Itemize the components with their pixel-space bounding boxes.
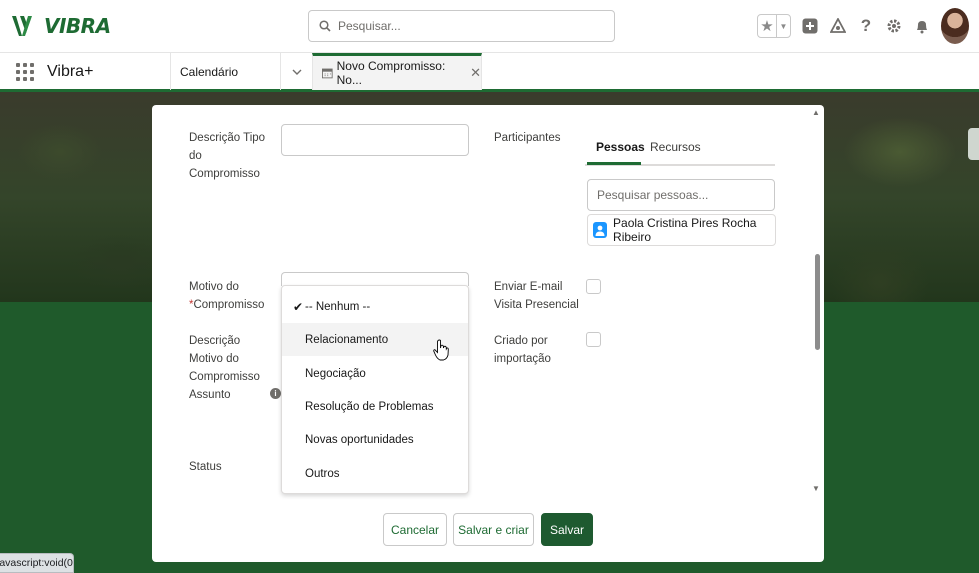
gear-icon[interactable] (885, 17, 903, 35)
motivo-label-line2: Compromisso (193, 299, 265, 311)
active-tab-indicator (587, 162, 641, 165)
check-icon: ✔ (293, 299, 304, 314)
modal-scrollbar[interactable] (815, 254, 820, 350)
tab-pessoas[interactable]: Pessoas (596, 140, 645, 154)
participant-pill[interactable]: Paola Cristina Pires Rocha Ribeiro (587, 214, 776, 246)
people-search-input[interactable]: Pesquisar pessoas... (587, 179, 775, 211)
help-icon[interactable]: ? (857, 16, 875, 35)
side-panel-handle[interactable] (968, 128, 979, 160)
people-search-placeholder: Pesquisar pessoas... (597, 188, 709, 202)
vibra-logo[interactable]: VIBRA (10, 11, 111, 41)
descricao-tipo-label: Descrição Tipo do Compromisso (189, 132, 266, 180)
descricao-tipo-input[interactable] (281, 124, 469, 156)
info-icon[interactable]: i (270, 388, 281, 399)
scroll-down-icon[interactable]: ▼ (812, 484, 820, 493)
dropdown-option[interactable]: Outros (282, 457, 468, 490)
save-and-new-button[interactable]: Salvar e criar (453, 513, 534, 546)
tab-calendario[interactable]: Calendário (170, 53, 280, 90)
tab-label: Calendário (180, 64, 239, 79)
vibra-logo-mark-icon (12, 16, 32, 36)
participants-tabs: Pessoas Recursos (585, 132, 775, 166)
status-label: Status (189, 461, 222, 473)
calendar-icon (322, 68, 333, 79)
motivo-dropdown-list: ✔ -- Nenhum -- Relacionamento Negociação… (281, 285, 469, 494)
motivo-picklist[interactable] (281, 272, 469, 286)
criado-importacao-label: Criado por importação (494, 335, 551, 365)
tab-label: Novo Compromisso: No... (336, 59, 446, 87)
status-url: javascript:void(0); (0, 557, 73, 569)
dropdown-option[interactable]: Resolução de Problemas (282, 390, 468, 423)
scroll-up-icon[interactable]: ▲ (812, 108, 820, 117)
browser-status-bar: javascript:void(0); (0, 553, 74, 573)
tab-menu-chevron-icon[interactable] (280, 53, 312, 90)
tab-novo-compromisso[interactable]: Novo Compromisso: No... ✕ (312, 53, 482, 90)
tab-recursos[interactable]: Recursos (650, 140, 701, 154)
save-button[interactable]: Salvar (541, 513, 593, 546)
dropdown-option[interactable]: Negociação (282, 357, 468, 390)
person-icon (593, 222, 608, 238)
header-utility-icons: ★ ▼ ? (757, 8, 969, 44)
hand-cursor-icon (433, 339, 449, 361)
star-icon[interactable]: ★ (758, 15, 776, 37)
trailhead-icon[interactable] (829, 17, 847, 35)
user-avatar[interactable] (941, 8, 969, 44)
participant-name: Paola Cristina Pires Rocha Ribeiro (613, 216, 757, 244)
criado-importacao-checkbox[interactable] (586, 332, 601, 347)
app-launcher-icon[interactable] (16, 63, 34, 81)
app-nav-bar: Vibra+ Calendário Novo Compromisso: No..… (0, 52, 979, 92)
global-header: VIBRA Pesquisar... ★ ▼ ? (0, 0, 979, 52)
descricao-motivo-label: Descrição Motivo do Compromisso (189, 335, 260, 383)
assunto-label: Assunto (189, 389, 231, 401)
bell-icon[interactable] (913, 17, 931, 35)
enviar-email-checkbox[interactable] (586, 279, 601, 294)
search-icon (319, 20, 331, 32)
favorites-button[interactable]: ★ ▼ (757, 14, 791, 38)
motivo-label: Motivo do *Compromisso (189, 278, 274, 314)
participantes-label: Participantes (494, 132, 561, 144)
favorites-list-icon[interactable]: ▼ (776, 15, 790, 37)
global-search-input[interactable]: Pesquisar... (308, 10, 615, 42)
close-tab-icon[interactable]: ✕ (470, 65, 481, 81)
app-name: Vibra+ (47, 63, 94, 80)
cancel-button[interactable]: Cancelar (383, 513, 447, 546)
motivo-label-line1: Motivo do (189, 281, 239, 293)
dropdown-option[interactable]: ✔ -- Nenhum -- (282, 290, 468, 323)
global-actions-icon[interactable] (801, 17, 819, 35)
enviar-email-label: Enviar E-mail Visita Presencial (494, 281, 579, 311)
search-placeholder: Pesquisar... (338, 19, 401, 33)
dropdown-option[interactable]: Novas oportunidades (282, 423, 468, 456)
logo-text: VIBRA (44, 14, 111, 38)
